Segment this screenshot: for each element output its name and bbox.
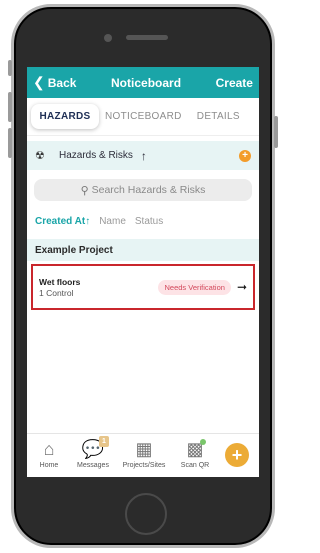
hazards-section-header: ☢ Hazards & Risks ↑ + xyxy=(27,141,259,170)
back-label: Back xyxy=(47,75,77,90)
sort-created-at-label: Created At xyxy=(35,215,86,227)
tab-hazards[interactable]: HAZARDS xyxy=(31,104,99,129)
front-camera xyxy=(104,34,112,42)
status-badge: Needs Verification xyxy=(158,279,231,295)
nav-projects-label: Projects/Sites xyxy=(122,462,166,469)
tab-bar: HAZARDS NOTICEBOARD DETAILS xyxy=(27,98,259,136)
nav-home[interactable]: ⌂ Home xyxy=(27,438,71,469)
search-placeholder: Search Hazards & Risks xyxy=(91,184,206,196)
hazard-control-count: 1 Control xyxy=(39,287,74,298)
hazard-name: Wet floors xyxy=(39,276,81,287)
tab-details[interactable]: DETAILS xyxy=(182,111,255,122)
nav-scan-qr[interactable]: ▩ Scan QR xyxy=(173,438,217,469)
bottom-navigation: ⌂ Home 💬 1 Messages ▦ Projects/Sites ▩ S… xyxy=(27,433,259,477)
add-hazard-button[interactable]: + xyxy=(239,149,251,162)
search-input[interactable]: ⚲ Search Hazards & Risks xyxy=(34,179,252,201)
sort-status[interactable]: Status xyxy=(135,216,163,227)
phone-volume-down xyxy=(8,128,12,158)
nav-projects-sites[interactable]: ▦ Projects/Sites xyxy=(115,438,173,469)
nav-messages-label: Messages xyxy=(77,462,109,469)
phone-silent-switch xyxy=(8,60,12,76)
phone-home-button[interactable] xyxy=(125,493,167,535)
sort-name[interactable]: Name xyxy=(99,216,126,227)
qr-status-dot xyxy=(200,439,206,445)
sort-arrow-icon[interactable]: ↑ xyxy=(141,149,147,163)
back-button[interactable]: ❮ Back xyxy=(33,74,76,91)
earpiece-speaker xyxy=(126,35,168,40)
arrow-right-icon[interactable]: ➞ xyxy=(237,280,247,294)
nav-scan-label: Scan QR xyxy=(180,462,210,469)
phone-power-button xyxy=(274,116,278,148)
messages-count-badge: 1 xyxy=(99,436,109,447)
phone-volume-up xyxy=(8,92,12,122)
search-icon: ⚲ xyxy=(80,184,89,197)
chevron-left-icon: ❮ xyxy=(33,74,45,90)
project-header: Example Project xyxy=(27,239,259,261)
sort-options: Created At↑ Name Status xyxy=(27,206,259,236)
sort-direction-icon: ↑ xyxy=(85,215,91,227)
hazard-symbol-icon: ☢ xyxy=(35,150,45,162)
app-screen: ❮ Back Noticeboard Create HAZARDS NOTICE… xyxy=(27,67,259,477)
nav-home-label: Home xyxy=(39,462,59,469)
tab-noticeboard[interactable]: NOTICEBOARD xyxy=(105,111,182,122)
page-title: Noticeboard xyxy=(111,75,182,90)
nav-messages[interactable]: 💬 1 Messages xyxy=(71,436,115,469)
sort-created-at[interactable]: Created At↑ xyxy=(35,216,90,227)
section-title: Hazards & Risks xyxy=(59,150,133,161)
top-navbar: ❮ Back Noticeboard Create xyxy=(27,67,259,98)
create-button[interactable]: Create xyxy=(216,76,253,90)
list-item[interactable]: Wet floors 1 Control Needs Verification … xyxy=(31,264,255,310)
building-icon: ▦ xyxy=(135,439,153,459)
home-icon: ⌂ xyxy=(43,439,55,459)
floating-add-button[interactable]: + xyxy=(225,443,249,467)
